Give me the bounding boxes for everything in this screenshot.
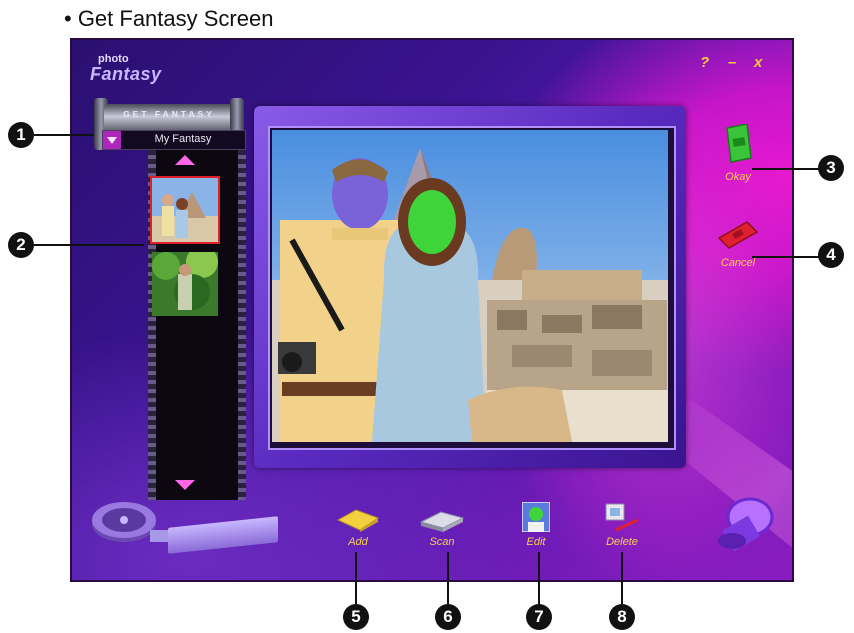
delete-button[interactable]: Delete <box>592 502 652 548</box>
callout-3: 3 <box>818 155 844 181</box>
logo-big-text: Fantasy <box>90 64 162 84</box>
cancel-label: Cancel <box>720 257 756 269</box>
callout-5-leader <box>355 552 357 604</box>
scroll-up-arrow-icon[interactable] <box>175 155 195 165</box>
film-perforation-right <box>238 150 246 500</box>
scan-button[interactable]: Scan <box>412 502 472 548</box>
delete-photo-icon <box>605 503 639 532</box>
app-logo: photo Fantasy <box>90 54 162 84</box>
folder-icon <box>336 509 380 532</box>
callout-2: 2 <box>8 232 34 258</box>
callout-8-leader <box>621 552 623 604</box>
edit-button[interactable]: Edit <box>506 502 566 548</box>
film-strip-tail <box>168 516 278 554</box>
dropdown-selected-value: My Fantasy <box>154 133 212 145</box>
add-button[interactable]: Add <box>328 502 388 548</box>
thumbnail-selected[interactable] <box>150 176 220 244</box>
callout-4: 4 <box>818 242 844 268</box>
film-reel-icon <box>92 502 170 542</box>
callout-4-leader <box>752 256 822 258</box>
callout-7-leader <box>538 552 540 604</box>
thumbnail-forest-image <box>152 252 218 316</box>
spotlight-icon <box>718 497 774 552</box>
callout-5: 5 <box>343 604 369 630</box>
cancel-button[interactable]: Cancel <box>708 220 768 269</box>
callout-6: 6 <box>435 604 461 630</box>
edit-portrait-icon <box>522 502 550 532</box>
okay-button[interactable]: Okay <box>708 123 768 183</box>
dropdown-toggle[interactable] <box>103 131 121 149</box>
callout-6-leader <box>447 552 449 604</box>
okay-label: Okay <box>725 171 751 183</box>
scroll-down-arrow-icon[interactable] <box>175 480 195 490</box>
callout-1: 1 <box>8 122 34 148</box>
thumbnail-couple-image <box>152 178 218 242</box>
callout-2-leader <box>34 244 144 246</box>
minimize-button[interactable]: – <box>728 54 736 71</box>
pyramids-couple-scene <box>272 130 668 442</box>
scan-label: Scan <box>429 536 455 548</box>
close-button[interactable]: x <box>754 54 762 71</box>
callout-3-leader <box>752 168 822 170</box>
callout-8: 8 <box>609 604 635 630</box>
fantasy-preview-image <box>272 130 668 442</box>
help-button[interactable]: ? <box>700 54 709 71</box>
scanner-icon <box>419 511 465 532</box>
app-window: photo Fantasy ? – x GET FANTASY My Fanta… <box>70 38 794 582</box>
green-ticket-icon <box>726 123 752 163</box>
callout-7: 7 <box>526 604 552 630</box>
chevron-down-icon <box>107 137 117 144</box>
delete-label: Delete <box>606 536 638 548</box>
add-label: Add <box>348 536 368 548</box>
callout-1-leader <box>34 134 94 136</box>
page-heading: • Get Fantasy Screen <box>64 6 274 31</box>
thumbnail-forest[interactable] <box>152 252 218 316</box>
canister-title: GET FANTASY <box>123 109 215 119</box>
edit-label: Edit <box>526 536 546 548</box>
fantasy-category-dropdown[interactable]: My Fantasy <box>102 130 246 150</box>
red-ticket-icon <box>717 221 759 249</box>
